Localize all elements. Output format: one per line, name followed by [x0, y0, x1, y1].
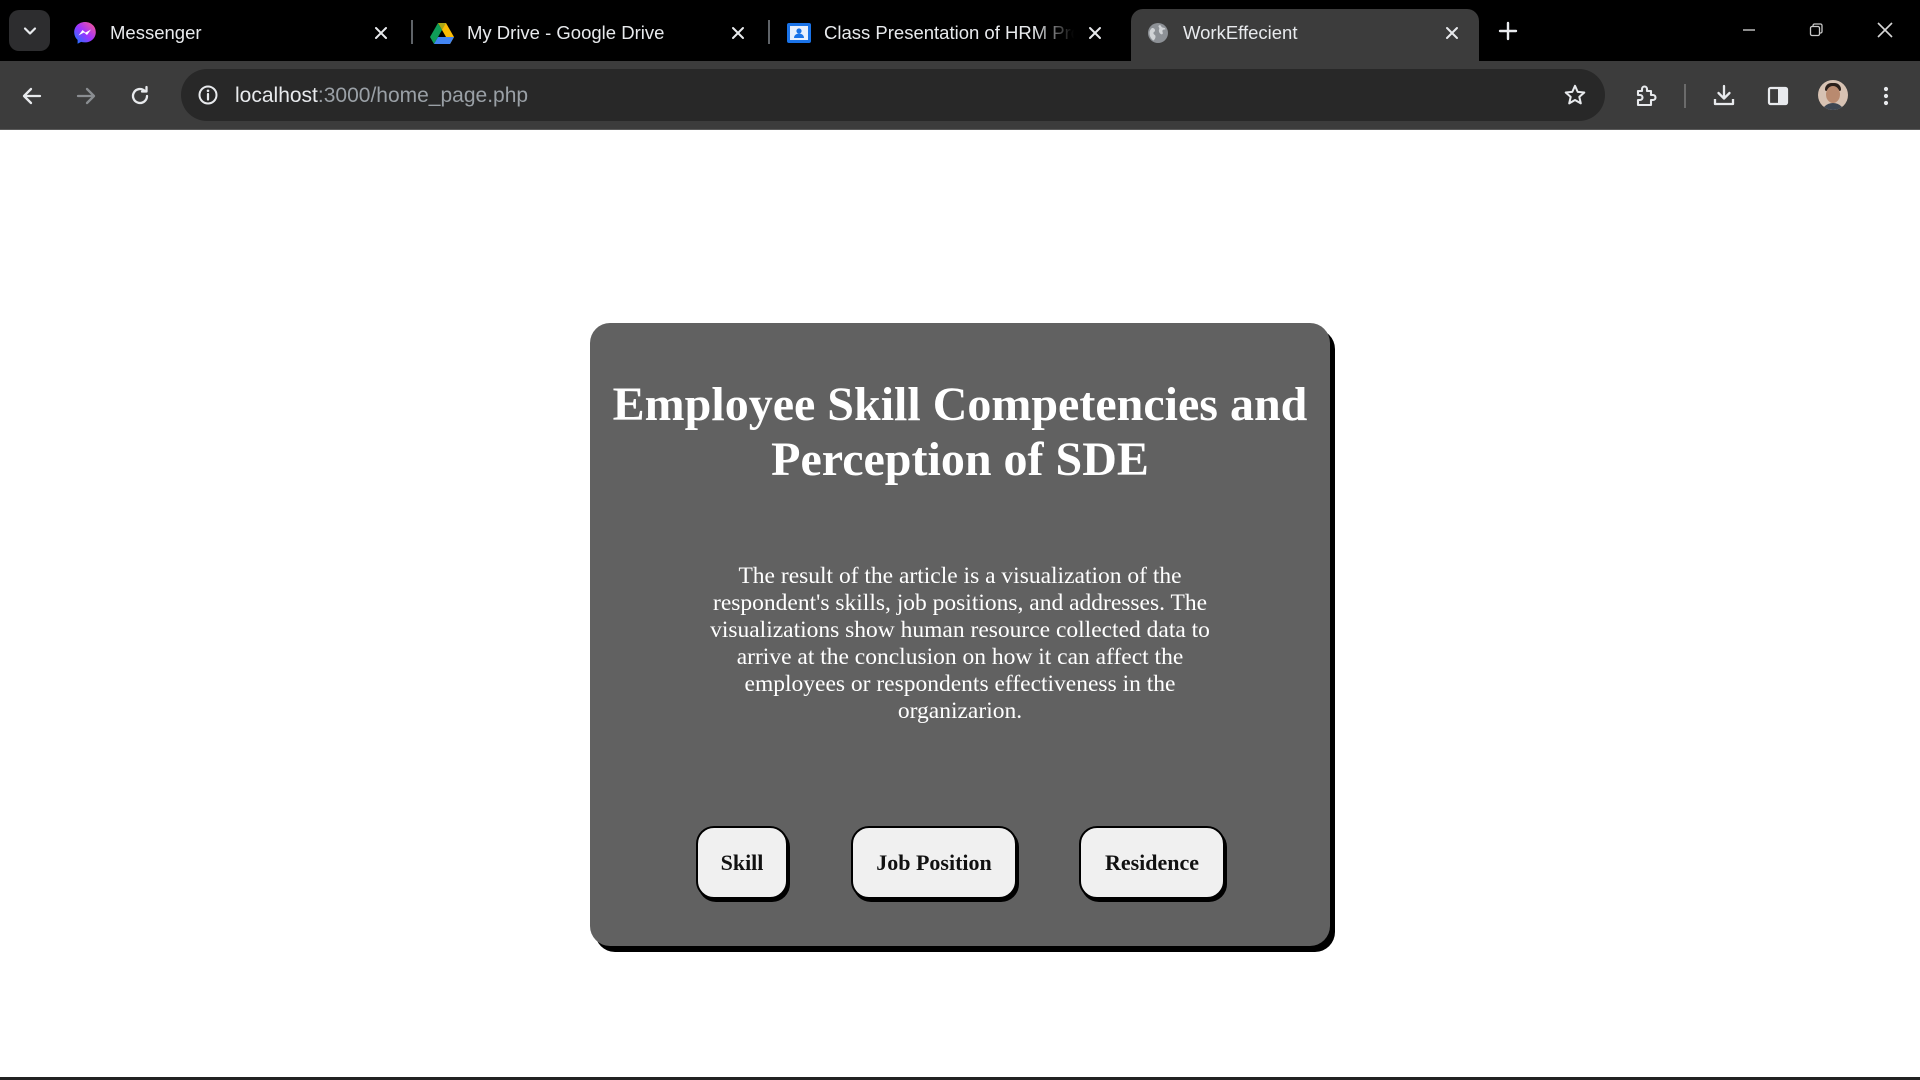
extensions-button[interactable] — [1627, 77, 1665, 115]
google-drive-icon — [430, 23, 454, 44]
side-panel-button[interactable] — [1759, 77, 1797, 115]
google-classroom-icon — [787, 23, 811, 43]
tab-class-presentation[interactable]: Class Presentation of HRM Project — [772, 9, 1122, 61]
bookmark-button[interactable] — [1561, 81, 1589, 109]
close-icon[interactable] — [1441, 22, 1463, 44]
tab-separator — [768, 20, 770, 44]
tab-strip: Messenger My Drive - Google Drive Class … — [0, 0, 1920, 61]
download-icon — [1713, 84, 1735, 106]
tab-title: Messenger — [110, 22, 202, 43]
messenger-icon — [74, 22, 96, 44]
more-vertical-icon — [1883, 86, 1889, 106]
profile-avatar[interactable] — [1818, 80, 1848, 110]
tab-title: WorkEffecient — [1183, 22, 1298, 43]
restore-icon — [1809, 23, 1823, 37]
page-title: Employee Skill Competencies and Percepti… — [612, 378, 1308, 486]
arrow-left-icon — [22, 87, 42, 105]
close-window-button[interactable] — [1862, 10, 1908, 50]
back-button[interactable] — [13, 77, 51, 115]
close-icon[interactable] — [1084, 22, 1106, 44]
toolbar-divider — [1684, 84, 1686, 108]
url-path: :3000/home_page.php — [317, 84, 529, 107]
residence-button[interactable]: Residence — [1079, 826, 1225, 899]
arrow-right-icon — [76, 87, 96, 105]
url-text[interactable]: localhost:3000/home_page.php — [235, 84, 528, 108]
side-panel-icon — [1767, 86, 1789, 106]
chevron-down-icon — [23, 26, 36, 35]
globe-icon — [1148, 23, 1168, 43]
puzzle-icon — [1636, 85, 1657, 107]
job-position-button[interactable]: Job Position — [851, 826, 1017, 899]
avatar-shirt — [1821, 103, 1845, 110]
minimize-button[interactable] — [1726, 10, 1772, 50]
downloads-button[interactable] — [1705, 77, 1743, 115]
skill-button[interactable]: Skill — [696, 826, 788, 899]
tab-title: Class Presentation of HRM Project — [824, 22, 1074, 43]
url-host: localhost — [235, 84, 318, 107]
page-description: The result of the article is a visualiza… — [710, 563, 1210, 724]
forward-button[interactable] — [67, 77, 105, 115]
tab-workeffecient[interactable]: WorkEffecient — [1131, 9, 1479, 61]
address-bar[interactable]: localhost:3000/home_page.php — [181, 69, 1605, 121]
browser-toolbar: localhost:3000/home_page.php — [0, 61, 1920, 130]
tab-separator — [411, 20, 413, 44]
menu-button[interactable] — [1867, 77, 1905, 115]
close-icon[interactable] — [727, 22, 749, 44]
star-icon — [1564, 84, 1586, 105]
intro-card: Employee Skill Competencies and Percepti… — [590, 323, 1330, 946]
plus-icon — [1498, 21, 1518, 41]
tab-search-button[interactable] — [9, 10, 50, 51]
tab-title: My Drive - Google Drive — [467, 22, 665, 43]
restore-button[interactable] — [1793, 10, 1839, 50]
minimize-icon — [1743, 29, 1755, 31]
reload-button[interactable] — [121, 77, 159, 115]
site-info-button[interactable] — [193, 80, 223, 110]
close-icon[interactable] — [370, 22, 392, 44]
tab-google-drive[interactable]: My Drive - Google Drive — [415, 9, 765, 61]
reload-icon — [131, 85, 149, 105]
tab-messenger[interactable]: Messenger — [58, 9, 408, 61]
close-icon — [1877, 22, 1893, 38]
info-icon — [198, 85, 218, 105]
new-tab-button[interactable] — [1490, 15, 1526, 47]
avatar-face — [1826, 86, 1840, 103]
